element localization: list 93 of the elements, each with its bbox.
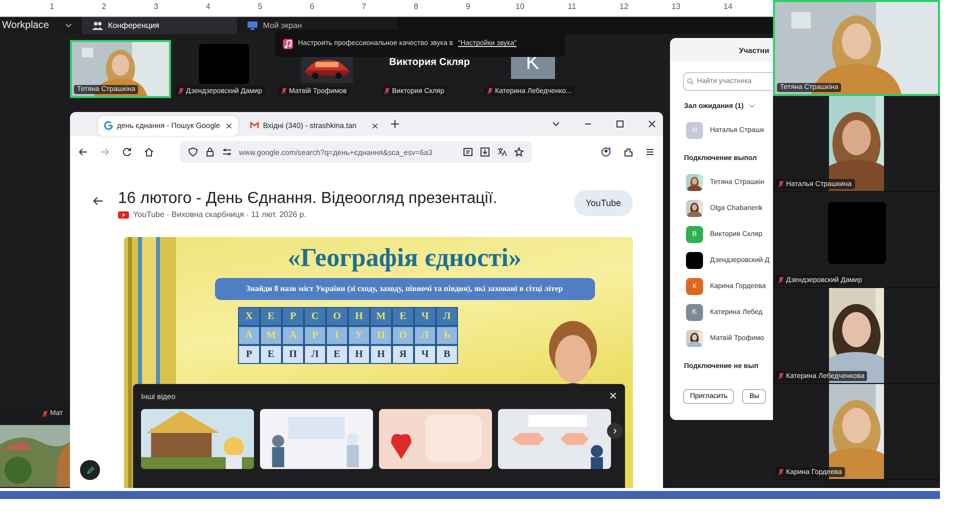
home-icon[interactable] xyxy=(144,147,154,157)
letter-cell: Р xyxy=(238,345,260,364)
letter-cell: О xyxy=(326,307,348,326)
result-title[interactable]: 16 лютого - День Єднання. Відеоогляд презентації. xyxy=(118,190,560,208)
star-icon[interactable] xyxy=(514,147,524,157)
letter-cell: Л xyxy=(414,326,436,345)
sliders-icon xyxy=(222,147,232,157)
source-chip[interactable]: YouTube xyxy=(574,190,633,216)
letter-cell: Х xyxy=(238,307,260,326)
letter-cell: Н xyxy=(348,345,370,364)
app-tab[interactable]: Workplace xyxy=(0,17,82,34)
letter-cell: Е xyxy=(260,307,282,326)
letter-cell: Л xyxy=(304,345,326,364)
letter-cell: М xyxy=(370,307,392,326)
ruler-number: 3 xyxy=(152,1,160,13)
result-source: YouTube · Виховна скарбниця · 11 лют. 2026 р. xyxy=(133,210,306,219)
letter-cell: П xyxy=(282,345,304,364)
chevron-icon xyxy=(65,23,72,28)
shield-icon xyxy=(188,147,198,157)
reload-icon[interactable] xyxy=(122,147,132,157)
chevron-icon[interactable] xyxy=(748,104,755,108)
ruler-number: 7 xyxy=(360,1,368,13)
video-off-square xyxy=(828,202,886,264)
letter-cell: Я xyxy=(392,345,414,364)
participant-name: Виктория Скляр xyxy=(389,56,470,68)
letter-cell: М xyxy=(260,326,282,345)
letter-cell: Е xyxy=(326,345,348,364)
instruction-box: Знайди 8 назв міст України (зі сходу, заходу, півночі та півдня), які заховані в сітці літер xyxy=(214,278,594,300)
ruler-number: 8 xyxy=(412,1,420,13)
ruler-number: 4 xyxy=(204,1,212,13)
mail-icon xyxy=(250,121,259,130)
reader-icon[interactable] xyxy=(463,147,473,157)
lock-icon xyxy=(205,147,215,157)
ruler-number: 1 xyxy=(48,1,56,13)
screen-icon xyxy=(247,21,258,30)
close-icon[interactable] xyxy=(647,119,657,129)
g-logo-icon xyxy=(104,121,113,130)
letter-cell: Р xyxy=(282,307,304,326)
back-arrow-icon[interactable] xyxy=(92,195,104,207)
letter-cell: А xyxy=(282,326,304,345)
back-icon[interactable] xyxy=(78,147,88,157)
letter-cell: А xyxy=(238,326,260,345)
letter-cell: П xyxy=(370,326,392,345)
letter-cell: Ч xyxy=(414,307,436,326)
muted-mic-icon xyxy=(778,468,784,476)
letter-cell: Е xyxy=(260,345,282,364)
muted-mic-icon xyxy=(42,410,48,418)
letter-cell: В xyxy=(436,345,458,364)
ruler-number: 13 xyxy=(670,1,682,13)
letter-cell: Р xyxy=(304,326,326,345)
muted-mic-icon xyxy=(384,87,390,95)
maximize-icon[interactable] xyxy=(615,119,625,129)
muted-mic-icon xyxy=(281,87,287,95)
translate-icon[interactable] xyxy=(497,147,507,157)
ruler-number: 6 xyxy=(308,1,316,13)
search-icon xyxy=(687,78,694,85)
extensions-icon[interactable] xyxy=(623,147,633,157)
ruler-number: 11 xyxy=(566,1,578,13)
slide-title: «Географія єдності» xyxy=(287,243,522,273)
letter-cell: О xyxy=(392,326,414,345)
app-tab[interactable]: Конференция xyxy=(82,17,237,34)
letter-cell: Н xyxy=(348,307,370,326)
muted-mic-icon xyxy=(178,87,184,95)
chevron-down-icon[interactable] xyxy=(551,119,561,129)
ruler-number: 14 xyxy=(722,1,734,13)
pencil-icon xyxy=(86,466,94,474)
video-off-square xyxy=(198,44,248,84)
letter-cell: Ч xyxy=(414,345,436,364)
letter-cell: С xyxy=(304,307,326,326)
muted-mic-icon xyxy=(778,276,784,284)
close-icon[interactable] xyxy=(226,122,232,128)
ruler-number: 9 xyxy=(464,1,472,13)
account-icon[interactable] xyxy=(601,147,611,157)
letter-cell: Л xyxy=(436,307,458,326)
muted-mic-icon xyxy=(487,87,493,95)
muted-mic-icon xyxy=(778,180,784,188)
music-note-icon xyxy=(283,38,293,48)
ruler-number: 5 xyxy=(256,1,264,13)
ruler-number: 12 xyxy=(618,1,630,13)
play-icon xyxy=(118,210,129,218)
people-icon xyxy=(92,21,103,30)
muted-mic-icon xyxy=(778,372,784,380)
letter-cell: Е xyxy=(392,307,414,326)
letter-cell: Ь xyxy=(436,326,458,345)
close-icon[interactable] xyxy=(372,122,378,128)
menu-icon[interactable] xyxy=(645,147,655,157)
letter-cell: У xyxy=(348,326,370,345)
ruler-number: 10 xyxy=(514,1,526,13)
ruler-number: 2 xyxy=(100,1,108,13)
download-icon[interactable] xyxy=(480,147,490,157)
plus-icon[interactable] xyxy=(390,119,400,129)
letter-cell: І xyxy=(326,326,348,345)
letter-cell: Н xyxy=(370,345,392,364)
